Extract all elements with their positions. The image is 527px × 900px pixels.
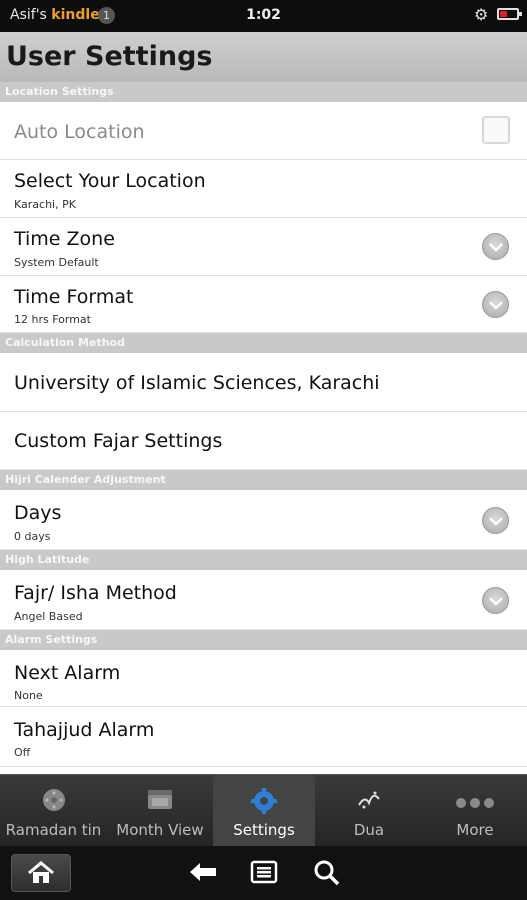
next-alarm-row[interactable]: Next Alarm None	[0, 650, 527, 707]
clock: 1:02	[246, 7, 281, 23]
tahajjud-alarm-value: Off	[14, 746, 31, 759]
section-header-location: Location Settings	[0, 82, 527, 102]
select-location-label: Select Your Location	[14, 170, 206, 192]
tab-label: Dua	[353, 821, 385, 839]
time-format-label: Time Format	[14, 286, 134, 308]
auto-location-label: Auto Location	[14, 121, 145, 143]
quran-icon	[315, 787, 423, 813]
section-header-hijri: Hijri Calender Adjustment	[0, 470, 527, 490]
time-zone-chevron-down-icon[interactable]	[482, 233, 509, 260]
quick-settings-gear-icon[interactable]: ⚙	[474, 5, 488, 24]
calculation-method-label: University of Islamic Sciences, Karachi	[14, 372, 380, 394]
time-zone-row[interactable]: Time Zone System Default	[0, 218, 527, 276]
tahajjud-alarm-row[interactable]: Tahajjud Alarm Off	[0, 707, 527, 767]
settings-icon	[213, 787, 315, 814]
time-format-value: 12 hrs Format	[14, 313, 91, 326]
auto-location-checkbox[interactable]	[482, 116, 510, 144]
section-header-alarm: Alarm Settings	[0, 630, 527, 650]
search-icon[interactable]	[313, 860, 341, 886]
title-bar: User Settings	[0, 32, 527, 82]
bottom-tab-bar: Ramadan tin Month View Settings Dua More	[0, 774, 527, 847]
fajr-isha-method-label: Fajr/ Isha Method	[14, 582, 177, 604]
more-icon	[423, 787, 527, 813]
select-location-value: Karachi, PK	[14, 198, 76, 211]
tab-label: Month View	[116, 821, 204, 839]
section-header-calculation: Calculation Method	[0, 333, 527, 353]
select-location-row[interactable]: Select Your Location Karachi, PK	[0, 160, 527, 218]
fajr-isha-chevron-down-icon[interactable]	[482, 587, 509, 614]
tab-more[interactable]: More	[423, 775, 527, 847]
fajr-isha-method-row[interactable]: Fajr/ Isha Method Angel Based	[0, 570, 527, 630]
tab-dua[interactable]: Dua	[315, 775, 423, 847]
hijri-days-label: Days	[14, 502, 62, 524]
status-bar: Asif's kindle 1 1:02 ⚙	[0, 0, 527, 32]
menu-icon[interactable]	[250, 860, 278, 884]
hijri-days-row[interactable]: Days 0 days	[0, 490, 527, 550]
hijri-days-value: 0 days	[14, 530, 51, 543]
tab-settings[interactable]: Settings	[213, 775, 315, 847]
next-alarm-value: None	[14, 689, 43, 702]
section-header-high-latitude: High Latitude	[0, 550, 527, 570]
page-title: User Settings	[6, 41, 213, 72]
hijri-days-chevron-down-icon[interactable]	[482, 507, 509, 534]
battery-icon	[497, 8, 522, 20]
time-format-row[interactable]: Time Format 12 hrs Format	[0, 276, 527, 333]
fajr-isha-method-value: Angel Based	[14, 610, 83, 623]
auto-location-row[interactable]: Auto Location	[0, 102, 527, 160]
tab-label: More	[456, 821, 494, 839]
time-zone-label: Time Zone	[14, 228, 115, 250]
tab-month-view[interactable]: Month View	[107, 775, 213, 847]
system-nav-bar	[0, 846, 527, 900]
home-icon	[28, 861, 54, 883]
tab-label: Settings	[233, 821, 295, 839]
custom-fajar-row[interactable]: Custom Fajar Settings	[0, 412, 527, 470]
tab-ramadan[interactable]: Ramadan tin	[0, 775, 107, 847]
ramadan-icon	[0, 787, 107, 813]
time-format-chevron-down-icon[interactable]	[482, 291, 509, 318]
back-icon[interactable]	[188, 860, 218, 884]
tahajjud-alarm-label: Tahajjud Alarm	[14, 719, 155, 741]
custom-fajar-label: Custom Fajar Settings	[14, 430, 223, 452]
tab-label: Ramadan tin	[5, 821, 102, 839]
home-button[interactable]	[11, 854, 71, 892]
next-alarm-label: Next Alarm	[14, 662, 121, 684]
calculation-method-row[interactable]: University of Islamic Sciences, Karachi	[0, 353, 527, 412]
calendar-icon	[107, 787, 213, 813]
time-zone-value: System Default	[14, 256, 99, 269]
